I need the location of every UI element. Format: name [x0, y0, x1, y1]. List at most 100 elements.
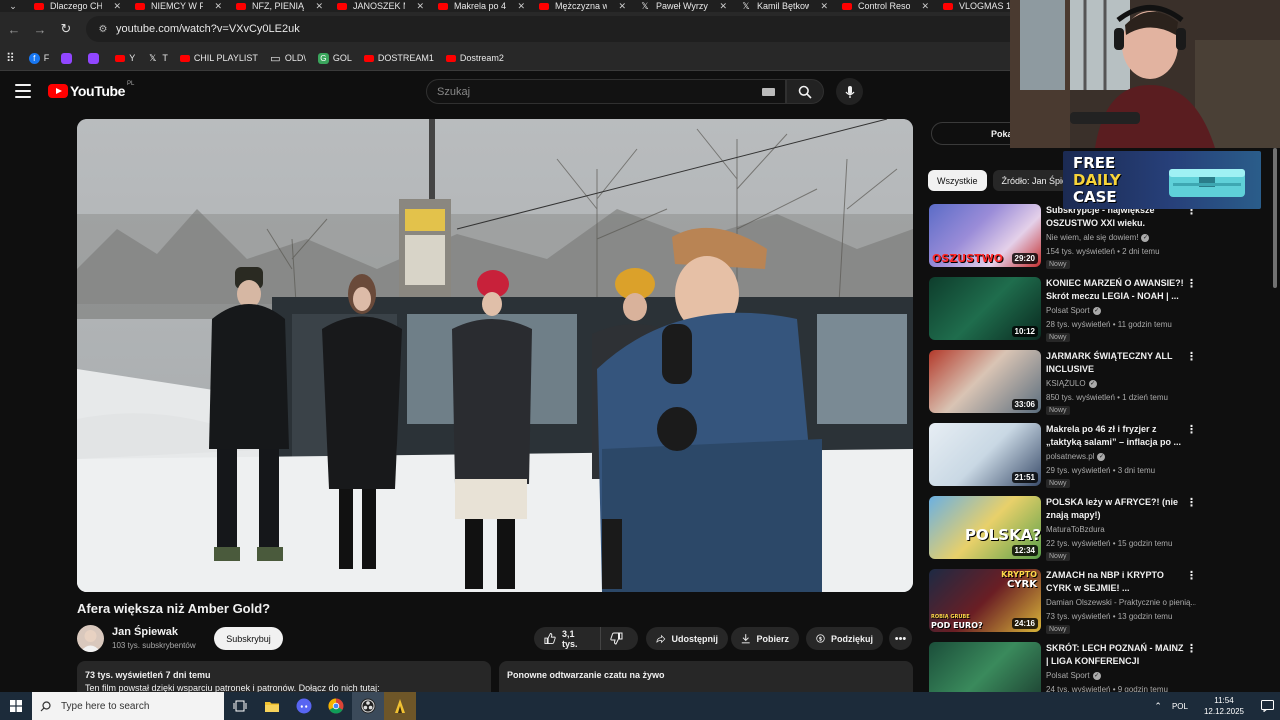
close-tab-icon[interactable]: ✕	[214, 1, 222, 12]
video-thumbnail[interactable]: POLSKA?! 12:34	[929, 496, 1041, 559]
recommended-video[interactable]: OSZUSTWO 29:20 Subskrypcje - największe OS…	[929, 204, 1199, 270]
bookmark-item[interactable]: CHIL PLAYLIST	[179, 53, 258, 63]
close-tab-icon[interactable]: ✕	[517, 1, 525, 12]
close-tab-icon[interactable]: ✕	[921, 1, 929, 12]
recommended-video-title[interactable]: KONIEC MARZEŃ O AWANSIE?! Skrót meczu LE…	[1046, 277, 1186, 303]
bookmark-item[interactable]: Dostream2	[445, 53, 504, 63]
more-actions-button[interactable]: •••	[889, 627, 912, 650]
windows-start-icon[interactable]	[0, 692, 32, 720]
more-options-icon[interactable]: ⋮	[1186, 571, 1197, 582]
bookmark-label: Y	[129, 53, 136, 63]
recommended-channel[interactable]: polsatnews.pl ✓	[1046, 452, 1106, 461]
more-options-icon[interactable]: ⋮	[1186, 425, 1197, 436]
voice-search-button[interactable]	[836, 78, 863, 105]
search-input[interactable]: Szukaj	[426, 79, 786, 104]
video-thumbnail[interactable]: OSZUSTWO 29:20	[929, 204, 1041, 267]
close-tab-icon[interactable]: ✕	[719, 1, 727, 12]
share-button[interactable]: Udostępnij	[646, 627, 728, 650]
channel-name[interactable]: Jan Śpiewak	[112, 626, 178, 638]
browser-tab[interactable]: 𝕏 Kamil Bętkows ✕	[733, 0, 834, 12]
apps-grid-icon[interactable]: ⠿	[6, 51, 15, 65]
dislike-button[interactable]	[601, 627, 638, 650]
browser-tab[interactable]: NFZ, PIENIĄDZ ✕	[228, 0, 329, 12]
recommended-video[interactable]: 21:51 Makrela po 46 zł i fryzjer z „takty…	[929, 423, 1199, 489]
tab-search-chevron-icon[interactable]: ⌄	[0, 0, 26, 12]
forward-arrow-icon[interactable]: →	[28, 17, 52, 41]
search-button[interactable]	[786, 79, 824, 104]
bookmark-item[interactable]	[61, 52, 76, 64]
browser-tab[interactable]: Control Resona ✕	[834, 0, 935, 12]
streaming-app-icon[interactable]	[384, 692, 416, 720]
chip-all[interactable]: Wszystkie	[928, 170, 987, 191]
file-explorer-icon[interactable]	[256, 692, 288, 720]
download-button[interactable]: Pobierz	[731, 627, 799, 650]
more-options-icon[interactable]: ⋮	[1186, 498, 1197, 509]
recommended-channel[interactable]: MaturaToBzdura	[1046, 525, 1105, 534]
recommended-video[interactable]: 10:12 KONIEC MARZEŃ O AWANSIE?! Skrót mec…	[929, 277, 1199, 343]
keyboard-icon[interactable]	[762, 88, 775, 96]
bookmark-item[interactable]: 𝕏T	[147, 53, 168, 64]
recommended-channel[interactable]: Polsat Sport ✓	[1046, 306, 1101, 315]
more-options-icon[interactable]: ⋮	[1186, 352, 1197, 363]
browser-tab[interactable]: Makrela po 46 ✕	[430, 0, 531, 12]
video-thumbnail[interactable]: 33:06	[929, 350, 1041, 413]
input-language[interactable]: POL	[1172, 702, 1188, 711]
notifications-icon[interactable]	[1254, 692, 1280, 720]
address-bar[interactable]: ⚙ youtube.com/watch?v=VXvCy0LE2uk	[86, 16, 1066, 42]
x-icon: 𝕏	[742, 0, 750, 11]
recommended-video[interactable]: POLSKA?! 12:34 POLSKA leży w AFRYCE?! (nie…	[929, 496, 1199, 562]
more-options-icon[interactable]: ⋮	[1186, 279, 1197, 290]
reload-icon[interactable]: ↻	[54, 17, 78, 41]
page-scrollbar-thumb[interactable]	[1273, 148, 1277, 288]
recommended-video-title[interactable]: ZAMACH na NBP i KRYPTO CYRK w SEJMIE! ..…	[1046, 569, 1186, 595]
close-tab-icon[interactable]: ✕	[618, 1, 626, 12]
taskbar-search-input[interactable]: Type here to search	[32, 692, 224, 720]
browser-tab[interactable]: NIEMCY W PA ✕	[127, 0, 228, 12]
bookmark-item[interactable]: ▭ OLD\	[270, 53, 306, 65]
recommended-video-title[interactable]: SKRÓT: LECH POZNAŃ - MAINZ | LIGA KONFER…	[1046, 642, 1186, 668]
close-tab-icon[interactable]: ✕	[113, 1, 121, 12]
browser-tab[interactable]: 𝕏 Paweł Wyrzyko ✕	[632, 0, 733, 12]
task-view-icon[interactable]	[224, 692, 256, 720]
recommended-video-title[interactable]: JARMARK ŚWIĄTECZNY ALL INCLUSIVE	[1046, 350, 1186, 376]
chrome-icon[interactable]	[320, 692, 352, 720]
bookmark-item[interactable]	[88, 52, 103, 64]
subscribe-button[interactable]: Subskrybuj	[214, 627, 283, 650]
recommended-channel[interactable]: Damian Olszewski - Praktycznie o pienią.…	[1046, 598, 1196, 607]
video-thumbnail[interactable]: KRYPTO CYRK ROBIĄ GRUBE POD EURO? 24:16	[929, 569, 1041, 632]
video-player[interactable]	[77, 119, 913, 592]
menu-icon[interactable]	[15, 84, 31, 98]
back-arrow-icon[interactable]: ←	[2, 17, 26, 41]
channel-avatar[interactable]	[77, 625, 104, 652]
taskbar-clock[interactable]: 11:54 12.12.2025	[1204, 695, 1244, 717]
browser-tab[interactable]: Mężczyzna wy ✕	[531, 0, 632, 12]
recommended-video[interactable]: KRYPTO CYRK ROBIĄ GRUBE POD EURO? 24:16 ZAMAC…	[929, 569, 1199, 635]
bookmark-item[interactable]: Y	[115, 53, 135, 63]
recommended-channel[interactable]: Nie wiem, ale się dowiem! ✓	[1046, 233, 1150, 242]
site-info-icon[interactable]: ⚙	[96, 22, 110, 36]
discord-icon[interactable]	[288, 692, 320, 720]
browser-tab[interactable]: JANOSZEK MA ✕	[329, 0, 430, 12]
recommended-channel[interactable]: Polsat Sport ✓	[1046, 671, 1101, 680]
description-box[interactable]: 73 tys. wyświetleń 7 dni temu Ten film p…	[77, 661, 491, 692]
close-tab-icon[interactable]: ✕	[820, 1, 828, 12]
video-thumbnail[interactable]: 10:12	[929, 277, 1041, 340]
bookmark-item[interactable]: fF	[28, 52, 49, 64]
bookmark-item[interactable]: G GOL	[317, 52, 352, 64]
close-tab-icon[interactable]: ✕	[416, 1, 424, 12]
recommended-video-title[interactable]: POLSKA leży w AFRYCE?! (nie znają mapy!)	[1046, 496, 1186, 522]
thanks-button[interactable]: $ Podziękuj	[806, 627, 883, 650]
browser-tab[interactable]: Dlaczego CHIC ✕	[26, 0, 127, 12]
tray-expand-icon[interactable]: ⌃	[1154, 701, 1162, 712]
recommended-channel[interactable]: KSIĄŻULO ✓	[1046, 379, 1097, 388]
obs-icon[interactable]	[352, 692, 384, 720]
close-tab-icon[interactable]: ✕	[315, 1, 323, 12]
recommended-video-title[interactable]: Makrela po 46 zł i fryzjer z „taktyką sa…	[1046, 423, 1186, 449]
more-options-icon[interactable]: ⋮	[1186, 644, 1197, 655]
youtube-logo[interactable]: YouTube PL	[48, 81, 134, 99]
video-thumbnail[interactable]: 21:51	[929, 423, 1041, 486]
bookmark-item[interactable]: DOSTREAM1	[363, 53, 434, 63]
chat-replay-header[interactable]: Ponowne odtwarzanie czatu na żywo	[499, 661, 913, 692]
like-button[interactable]: 3,1 tys.	[534, 627, 601, 650]
recommended-video[interactable]: 33:06 JARMARK ŚWIĄTECZNY ALL INCLUSIVE KSI…	[929, 350, 1199, 416]
